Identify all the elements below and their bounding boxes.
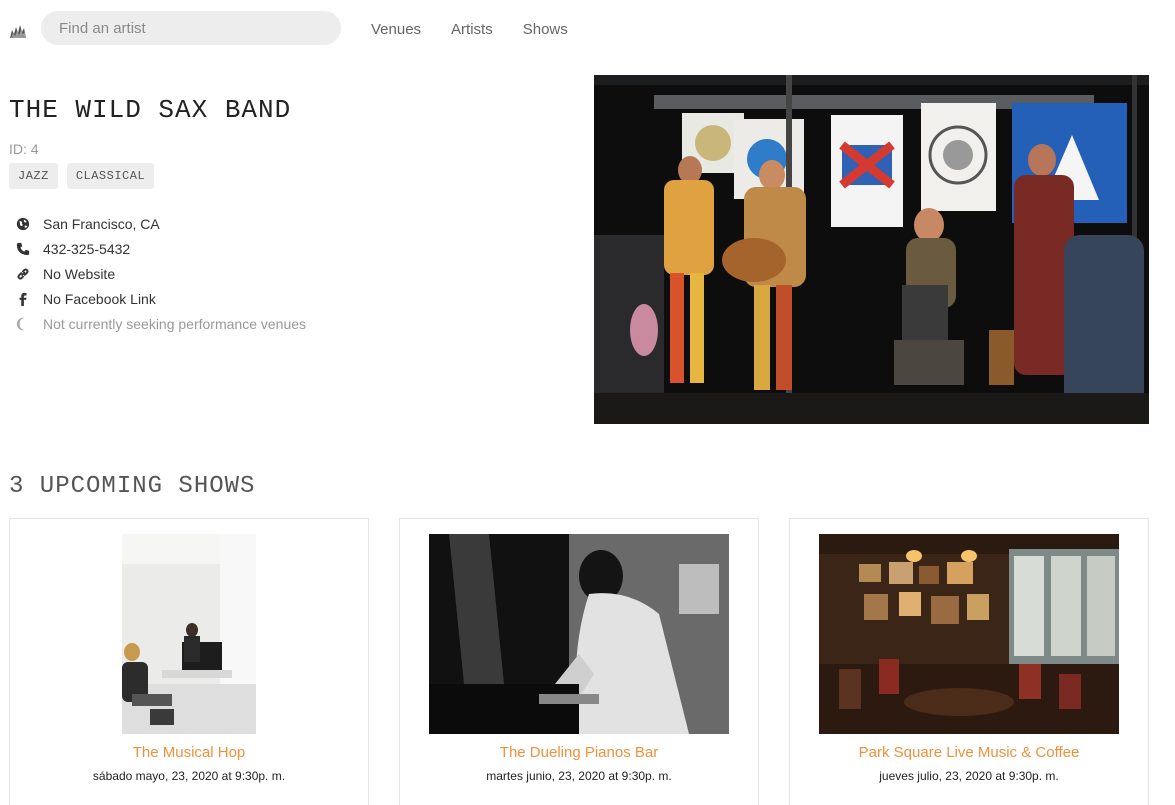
facebook-text: No Facebook Link bbox=[43, 290, 156, 307]
seeking-text: Not currently seeking performance venues bbox=[43, 315, 307, 332]
artist-id: ID: 4 bbox=[9, 141, 39, 157]
facebook-icon bbox=[15, 291, 31, 307]
nav-shows[interactable]: Shows bbox=[523, 21, 568, 38]
venue-link[interactable]: The Dueling Pianos Bar bbox=[400, 744, 758, 761]
venue-image bbox=[122, 534, 256, 734]
artist-facebook: No Facebook Link bbox=[15, 286, 306, 311]
show-card[interactable]: The Musical Hop sábado mayo, 23, 2020 at… bbox=[9, 518, 369, 805]
venue-link[interactable]: The Musical Hop bbox=[10, 744, 368, 761]
artist-details: San Francisco, CA 432-325-5432 No Websit… bbox=[15, 211, 306, 336]
globe-icon bbox=[15, 216, 31, 232]
show-time: sábado mayo, 23, 2020 at 9:30p. m. bbox=[92, 769, 286, 783]
upcoming-shows-title: 3 UPCOMING SHOWS bbox=[9, 473, 256, 500]
genre-tag: CLASSICAL bbox=[66, 163, 155, 189]
nav-venues[interactable]: Venues bbox=[371, 21, 421, 38]
main-nav: Venues Artists Shows bbox=[371, 21, 568, 38]
venue-image bbox=[819, 534, 1119, 734]
venue-image bbox=[429, 534, 729, 734]
show-time: martes junio, 23, 2020 at 9:30p. m. bbox=[486, 769, 672, 783]
artist-city: San Francisco, CA bbox=[15, 211, 306, 236]
nav-artists[interactable]: Artists bbox=[451, 21, 493, 38]
phone-text: 432-325-5432 bbox=[43, 240, 131, 257]
city-text: San Francisco, CA bbox=[43, 215, 160, 232]
artist-image bbox=[594, 75, 1149, 424]
search-input[interactable] bbox=[41, 11, 341, 45]
phone-icon bbox=[15, 241, 31, 257]
venue-link[interactable]: Park Square Live Music & Coffee bbox=[790, 744, 1148, 761]
artist-website: No Website bbox=[15, 261, 306, 286]
show-time: jueves julio, 23, 2020 at 9:30p. m. bbox=[879, 769, 1059, 783]
website-text: No Website bbox=[43, 265, 116, 282]
artist-name: THE WILD SAX BAND bbox=[9, 95, 292, 125]
fyyur-logo-icon[interactable] bbox=[9, 21, 27, 39]
show-card[interactable]: The Dueling Pianos Bar martes junio, 23,… bbox=[399, 518, 759, 805]
show-card[interactable]: Park Square Live Music & Coffee jueves j… bbox=[789, 518, 1149, 805]
genre-list: JAZZ CLASSICAL bbox=[9, 163, 155, 189]
genre-tag: JAZZ bbox=[9, 163, 58, 189]
artist-phone: 432-325-5432 bbox=[15, 236, 306, 261]
link-icon bbox=[15, 266, 31, 282]
moon-icon bbox=[15, 316, 31, 332]
artist-seeking: Not currently seeking performance venues bbox=[15, 311, 306, 336]
